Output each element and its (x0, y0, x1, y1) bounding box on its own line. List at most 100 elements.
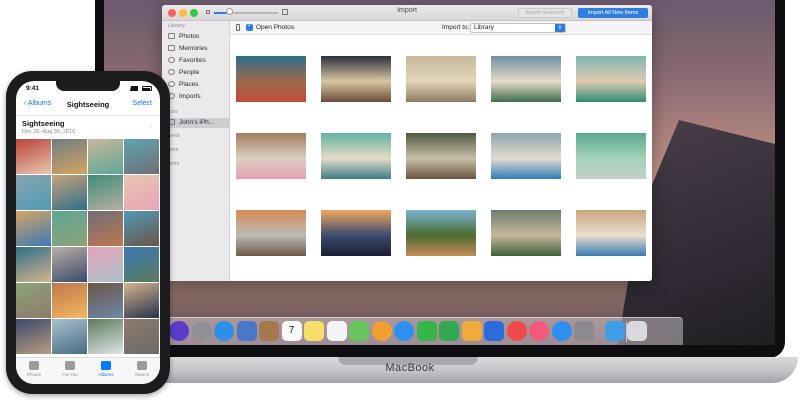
news-icon[interactable] (506, 321, 527, 341)
sidebar-item-favorites[interactable]: Favorites (168, 56, 228, 66)
fullscreen-button[interactable] (190, 9, 198, 17)
facetime-icon[interactable] (416, 321, 437, 341)
maps-icon[interactable] (349, 321, 369, 341)
import-thumbnail[interactable] (406, 56, 476, 102)
album-photo[interactable] (124, 283, 159, 318)
sidebar-item-memories[interactable]: Memories (168, 44, 228, 54)
sidebar-item-label: John's iPh... (179, 119, 215, 126)
import-all-new-items-button[interactable]: Import All New Items (578, 8, 648, 18)
tab-search[interactable]: Search (124, 360, 160, 382)
tab-photos[interactable]: Photos (16, 360, 52, 382)
sidebar-item-label: Memories (179, 45, 208, 52)
thumbnail-size-slider[interactable] (206, 8, 296, 16)
sidebar-item-device[interactable]: John's iPh... (162, 118, 230, 128)
import-thumbnail[interactable] (321, 133, 391, 179)
pages-icon[interactable] (461, 321, 482, 341)
downloads-folder-icon[interactable] (604, 321, 625, 341)
albums-tab-icon (101, 361, 111, 370)
back-label: Albums (27, 100, 52, 107)
signal-icon (130, 86, 138, 91)
close-button[interactable] (168, 9, 176, 17)
album-photo[interactable] (16, 139, 51, 174)
status-indicators (130, 86, 152, 91)
import-thumbnail[interactable] (576, 56, 646, 102)
import-thumbnail[interactable] (576, 133, 646, 179)
iphone: 9:41 ‹ Albums Sightseeing Select Sightse… (6, 71, 170, 394)
import-thumbnail[interactable] (576, 210, 646, 256)
trash-icon[interactable] (627, 321, 647, 341)
tab-for-you[interactable]: For You (52, 360, 88, 382)
tab-albums[interactable]: Albums (88, 360, 124, 382)
messages-icon[interactable] (394, 321, 414, 341)
window-title: Import (397, 7, 417, 14)
album-photo[interactable] (52, 211, 87, 246)
import-thumbnail[interactable] (491, 210, 561, 256)
album-photo[interactable] (124, 175, 159, 210)
notes-icon[interactable] (304, 321, 324, 341)
sidebar-item-imports[interactable]: Imports (168, 92, 228, 102)
import-toolbar: ✓ Open Photos Import to: Library ⇕ (230, 21, 652, 35)
contacts-icon[interactable] (259, 321, 279, 341)
import-thumbnail[interactable] (491, 56, 561, 102)
mail-stamp-icon[interactable] (236, 321, 257, 341)
sidebar-item-photos[interactable]: Photos (168, 32, 228, 42)
siri-icon[interactable] (169, 321, 189, 341)
reminders-icon[interactable] (326, 321, 347, 341)
album-photo[interactable] (88, 283, 123, 318)
album-photo[interactable] (124, 139, 159, 174)
album-photo[interactable] (52, 175, 87, 210)
music-icon[interactable] (529, 321, 549, 341)
select-button[interactable]: Select (133, 100, 152, 107)
sidebar-item-label: Places (179, 81, 199, 88)
chevron-right-icon[interactable]: › (150, 123, 152, 130)
album-title: Sightseeing (22, 119, 65, 128)
import-thumbnail[interactable] (321, 210, 391, 256)
album-photo[interactable] (16, 247, 51, 282)
album-photo[interactable] (124, 319, 159, 354)
photos-app-icon[interactable] (371, 321, 392, 341)
album-photo[interactable] (124, 247, 159, 282)
import-thumbnail[interactable] (406, 133, 476, 179)
album-photo[interactable] (52, 247, 87, 282)
numbers-icon[interactable] (439, 321, 459, 341)
battery-icon (142, 86, 152, 91)
calendar-icon[interactable]: 7 (281, 321, 302, 341)
slider-knob[interactable] (226, 8, 233, 15)
import-window: Import Import Selected Import All New It… (162, 5, 652, 281)
keynote-icon[interactable] (484, 321, 504, 341)
import-thumbnail[interactable] (406, 210, 476, 256)
device-icon (236, 24, 240, 31)
import-thumbnail[interactable] (236, 210, 306, 256)
album-photo[interactable] (88, 175, 123, 210)
import-thumbnail[interactable] (236, 56, 306, 102)
system-prefs-icon[interactable] (574, 321, 594, 341)
album-photo[interactable] (88, 139, 123, 174)
back-button[interactable]: ‹ Albums (24, 100, 51, 107)
minimize-button[interactable] (179, 9, 187, 17)
launchpad-icon[interactable] (191, 321, 212, 341)
album-photo[interactable] (52, 139, 87, 174)
import-to-label: Import to: (442, 24, 470, 31)
import-selected-button[interactable]: Import Selected (518, 8, 572, 18)
tab-label: Photos (26, 372, 41, 377)
nav-divider (16, 115, 160, 116)
sidebar-item-places[interactable]: Places (168, 80, 228, 90)
album-photo[interactable] (124, 211, 159, 246)
safari-icon[interactable] (214, 321, 234, 341)
album-photo[interactable] (16, 175, 51, 210)
import-thumbnail[interactable] (321, 56, 391, 102)
album-photo[interactable] (88, 211, 123, 246)
album-photo[interactable] (16, 211, 51, 246)
import-destination-select[interactable]: Library ⇕ (470, 23, 566, 33)
album-photo[interactable] (52, 283, 87, 318)
album-photo[interactable] (52, 319, 87, 354)
import-thumbnail[interactable] (491, 133, 561, 179)
album-photo[interactable] (16, 283, 51, 318)
import-thumbnail[interactable] (236, 133, 306, 179)
album-photo[interactable] (88, 247, 123, 282)
album-photo[interactable] (88, 319, 123, 354)
album-photo[interactable] (16, 319, 51, 354)
sidebar-item-people[interactable]: People (168, 68, 228, 78)
memories-icon (168, 45, 175, 52)
app-store-icon[interactable] (551, 321, 572, 341)
